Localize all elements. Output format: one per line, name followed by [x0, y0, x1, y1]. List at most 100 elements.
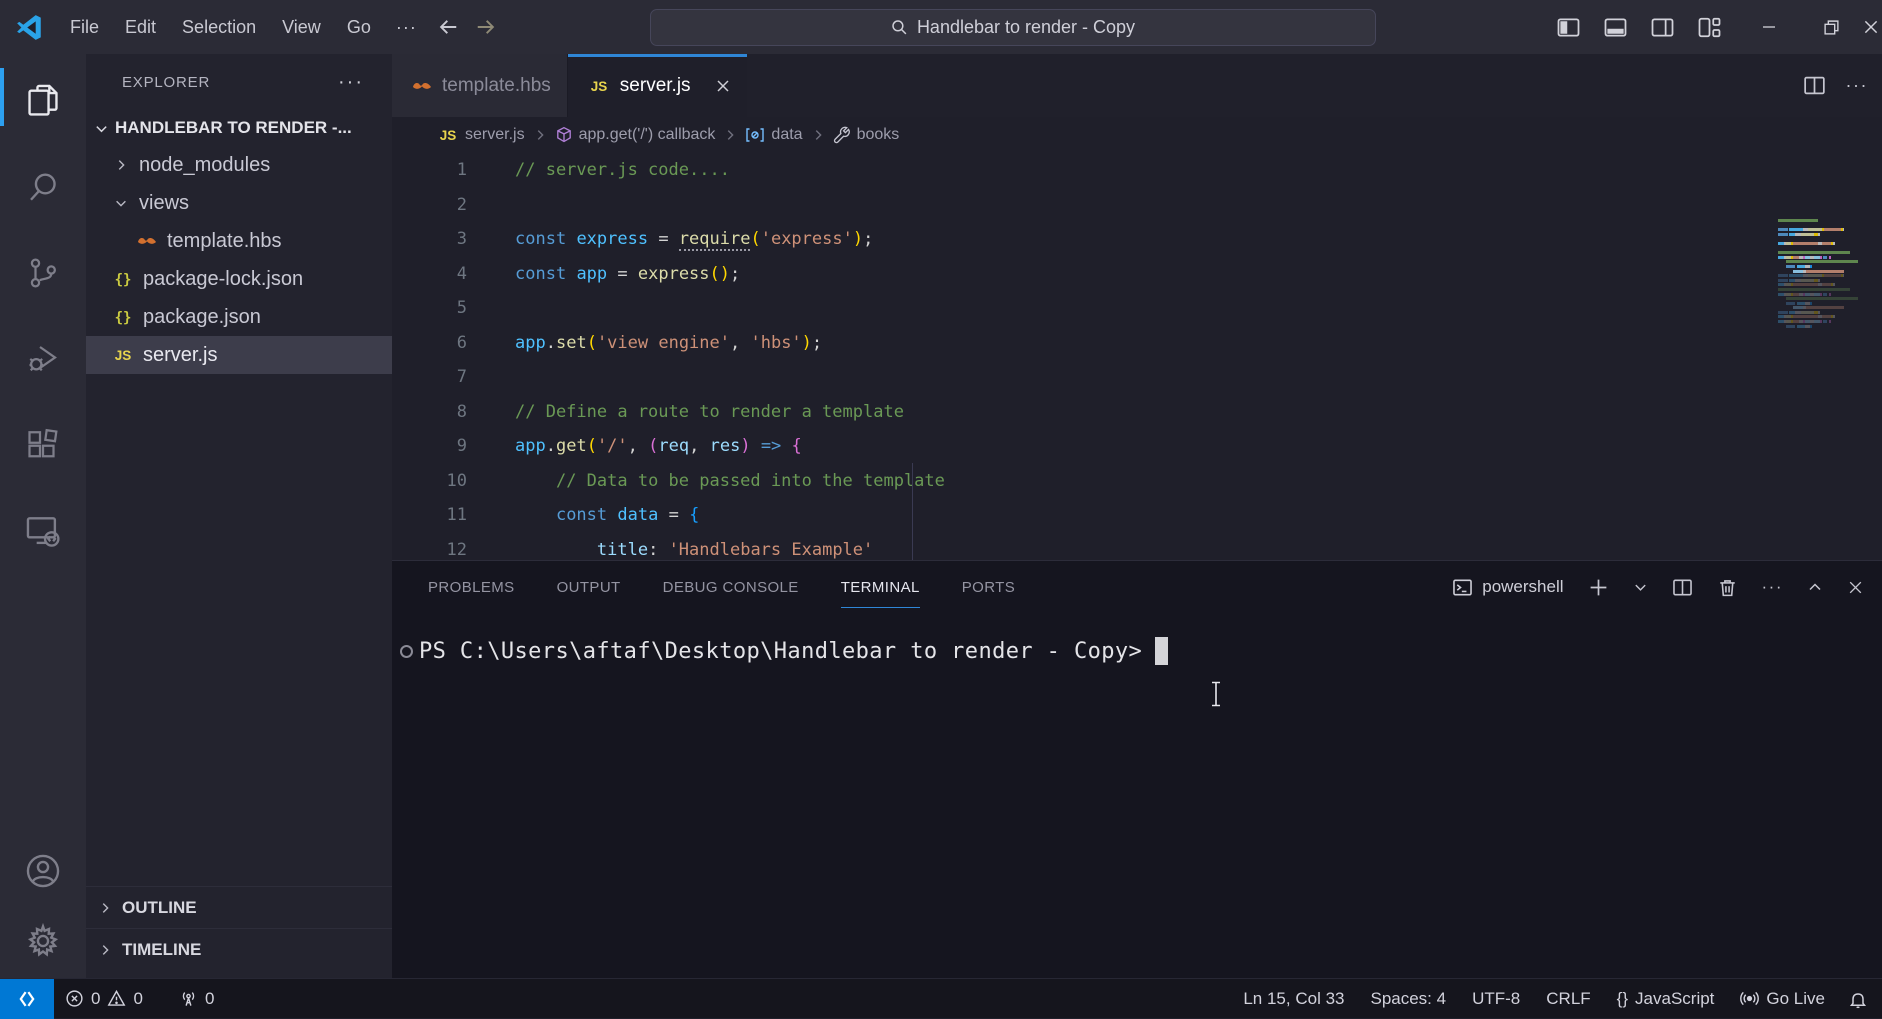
chevron-right-icon — [96, 901, 114, 915]
command-center-search[interactable]: Handlebar to render - Copy — [650, 9, 1376, 46]
tree-item-package-json[interactable]: {} package.json — [86, 298, 392, 336]
panel-tab-debug-console[interactable]: DEBUG CONSOLE — [663, 561, 799, 613]
menu-item-selection[interactable]: Selection — [169, 10, 269, 44]
menu-item-view[interactable]: View — [269, 10, 334, 44]
toggle-secondary-sidebar-icon[interactable] — [1650, 15, 1675, 40]
status-item-go-live[interactable]: Go Live — [1727, 979, 1838, 1019]
status-item-spaces-4[interactable]: Spaces: 4 — [1357, 979, 1459, 1019]
kill-terminal-trash-icon[interactable] — [1717, 577, 1738, 598]
menu-more-button[interactable]: ··· — [384, 10, 429, 44]
breadcrumb-item[interactable]: data — [745, 126, 802, 144]
toggle-panel-icon[interactable] — [1603, 15, 1628, 40]
search-view-icon[interactable] — [0, 152, 86, 222]
terminal-prompt-line: PS C:\Users\aftaf\Desktop\Handlebar to r… — [400, 637, 1168, 665]
run-debug-icon[interactable] — [0, 324, 86, 394]
warnings-count: 0 — [133, 989, 142, 1009]
restore-button[interactable] — [1800, 0, 1862, 54]
tree-item-node_modules[interactable]: node_modules — [86, 146, 392, 184]
panel-tab-ports[interactable]: PORTS — [962, 561, 1015, 613]
panel-header: PROBLEMS OUTPUT DEBUG CONSOLE TERMINAL PORTS… — [392, 561, 1882, 613]
customize-layout-icon[interactable] — [1697, 15, 1722, 40]
minimap-line — [1778, 279, 1870, 282]
terminal-shell-item[interactable]: powershell — [1452, 577, 1563, 598]
panel-more-actions-icon[interactable]: ··· — [1762, 577, 1783, 597]
svg-text:JS: JS — [115, 348, 132, 363]
warnings-icon — [107, 989, 126, 1008]
terminal-dropdown-icon[interactable] — [1633, 580, 1648, 595]
line-number: 12 — [392, 540, 467, 560]
panel-tab-terminal[interactable]: TERMINAL — [841, 561, 920, 613]
extensions-icon[interactable] — [0, 410, 86, 480]
maximize-panel-icon[interactable] — [1807, 579, 1823, 595]
notifications-bell-icon[interactable] — [1848, 989, 1868, 1009]
tab-server-js[interactable]: JSserver.js — [568, 54, 747, 117]
breadcrumb-label: data — [771, 126, 802, 144]
terminal[interactable]: PS C:\Users\aftaf\Desktop\Handlebar to r… — [392, 623, 1882, 978]
sidebar-title: EXPLORER — [122, 74, 210, 91]
minimap[interactable] — [1778, 219, 1870, 329]
line-number: 11 — [392, 505, 467, 525]
command-decoration-icon[interactable] — [400, 645, 413, 658]
go-back-button[interactable] — [437, 16, 459, 38]
breadcrumb-item[interactable]: JSserver.js — [437, 126, 525, 144]
sidebar-section-outline[interactable]: OUTLINE — [86, 886, 392, 928]
json-icon: {} — [114, 270, 132, 288]
tree-item-label: package.json — [143, 306, 261, 329]
remote-indicator-button[interactable] — [0, 979, 54, 1019]
symbol-field-icon — [745, 126, 765, 144]
js-badge-icon: JS — [437, 126, 459, 144]
status-item-label: Go Live — [1766, 989, 1825, 1009]
chevron-right-icon — [811, 128, 825, 142]
go-forward-button[interactable] — [475, 16, 497, 38]
json-file-icon: {} — [112, 270, 134, 288]
line-number: 8 — [392, 402, 467, 422]
menu-item-edit[interactable]: Edit — [112, 10, 169, 44]
editor-more-actions-icon[interactable]: ··· — [1846, 75, 1868, 96]
settings-gear-icon[interactable] — [0, 906, 86, 976]
tree-item-server-js[interactable]: JSserver.js — [86, 336, 392, 374]
toggle-sidebar-icon[interactable] — [1556, 15, 1581, 40]
panel-tab-problems[interactable]: PROBLEMS — [428, 561, 515, 613]
close-panel-icon[interactable] — [1847, 579, 1864, 596]
split-editor-icon[interactable] — [1803, 74, 1826, 97]
explorer-more-actions-button[interactable]: ··· — [338, 71, 364, 94]
tab-template-hbs[interactable]: template.hbs — [392, 54, 568, 117]
menu-item-go[interactable]: Go — [334, 10, 384, 44]
chevron-right-icon — [114, 158, 128, 172]
minimap-line — [1778, 302, 1870, 305]
json-file-icon: {} — [112, 308, 134, 326]
explorer-icon[interactable] — [0, 66, 86, 136]
section-label: TIMELINE — [122, 940, 201, 960]
source-control-icon[interactable] — [0, 238, 86, 308]
status-item-ln-15-col-33[interactable]: Ln 15, Col 33 — [1230, 979, 1357, 1019]
breadcrumb-item[interactable]: app.get('/') callback — [555, 126, 716, 144]
split-terminal-icon[interactable] — [1672, 577, 1693, 598]
status-item-crlf[interactable]: CRLF — [1533, 979, 1603, 1019]
tree-item-package-lock-json[interactable]: {}package-lock.json — [86, 260, 392, 298]
minimize-button[interactable] — [1738, 0, 1800, 54]
close-window-button[interactable] — [1862, 0, 1882, 54]
code-editor[interactable]: 1// server.js code....23const express = … — [392, 153, 1882, 560]
remote-explorer-icon[interactable] — [0, 496, 86, 566]
status-item-utf-8[interactable]: UTF-8 — [1459, 979, 1533, 1019]
sidebar-bottom-sections: OUTLINE TIMELINE — [86, 886, 392, 970]
tree-item-views[interactable]: views — [86, 184, 392, 222]
new-terminal-icon[interactable] — [1588, 577, 1609, 598]
close-tab-icon[interactable] — [715, 78, 731, 94]
chevron-down-icon — [114, 196, 128, 210]
accounts-icon[interactable] — [0, 836, 86, 906]
tree-item-template-hbs[interactable]: template.hbs — [86, 222, 392, 260]
svg-text:{}: {} — [115, 272, 132, 288]
menu-item-file[interactable]: File — [57, 10, 112, 44]
code-text: const express = require('express'); — [515, 229, 873, 249]
workspace-section-header[interactable]: HANDLEBAR TO RENDER -... — [86, 110, 392, 146]
problems-status-item[interactable]: 0 0 — [54, 979, 154, 1019]
errors-count: 0 — [91, 989, 100, 1009]
ports-status-item[interactable]: 0 — [168, 979, 225, 1019]
status-item-javascript[interactable]: {}JavaScript — [1604, 979, 1728, 1019]
breadcrumb-item[interactable]: books — [833, 126, 900, 144]
sidebar-section-timeline[interactable]: TIMELINE — [86, 928, 392, 970]
status-item-label: CRLF — [1546, 989, 1590, 1009]
panel-tab-output[interactable]: OUTPUT — [557, 561, 621, 613]
menu-bar: FileEditSelectionViewGo — [57, 10, 384, 44]
